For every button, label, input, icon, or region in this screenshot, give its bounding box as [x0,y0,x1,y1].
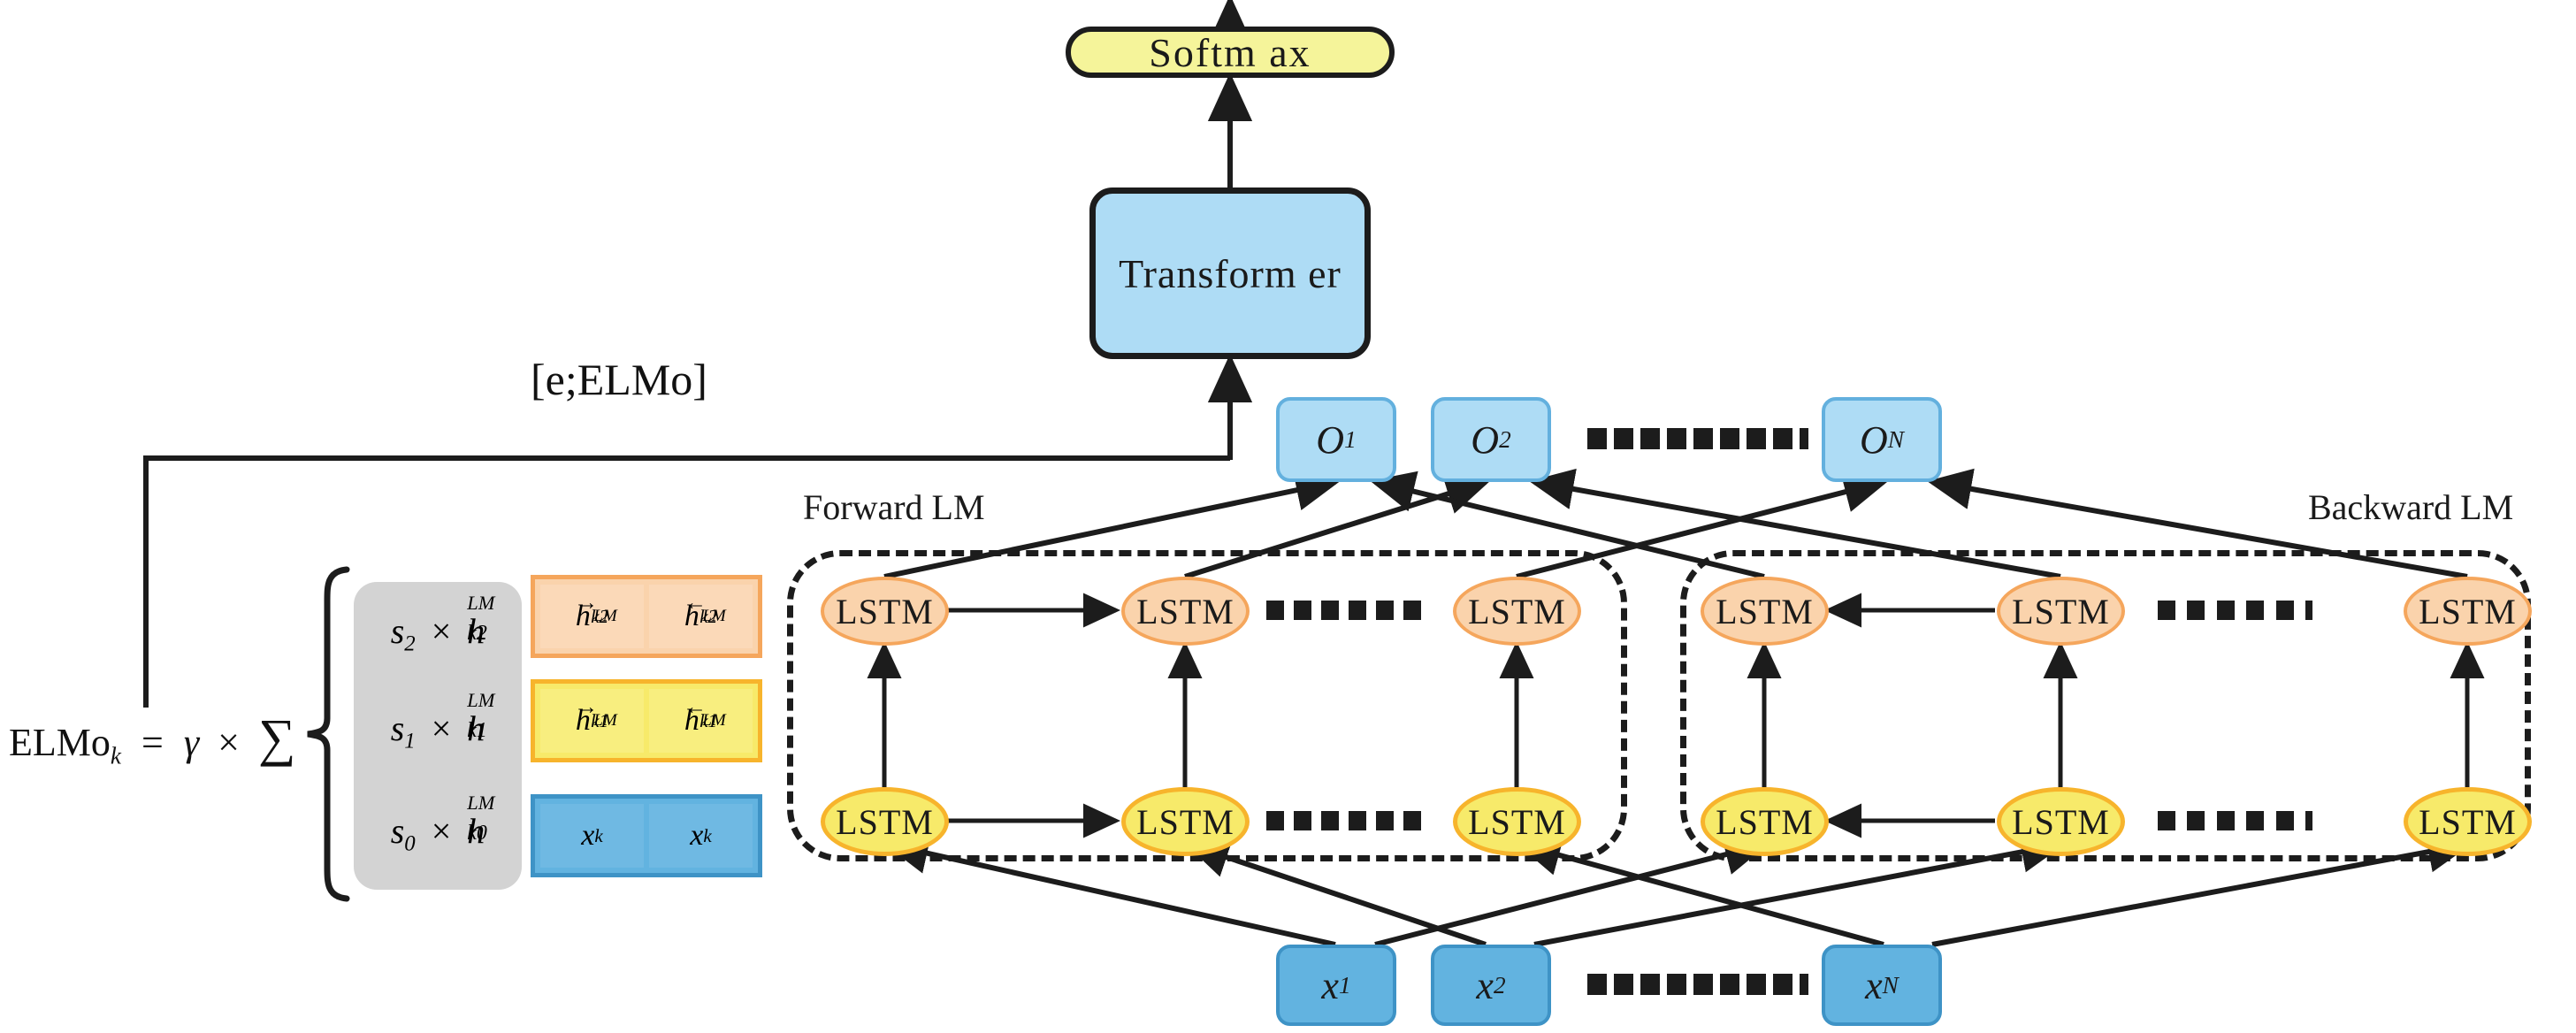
forward-arrow-icon: → [576,590,598,615]
representation-backward-layer1: ← h LM k1 [649,689,753,753]
weight-times: × [431,708,452,748]
weight-row-2: s2 × h LM k2 [354,592,522,657]
weight-panel: s2 × h LM k2 s1 × h LM k1 s0 × h LM k0 [354,582,522,890]
input-index: 2 [1493,971,1506,999]
representation-backward-layer0: xk [649,804,753,868]
output-symbol: O [1471,417,1500,462]
weight-h-sup: LM [467,688,495,711]
backward-lstm-bottom-1: LSTM [1701,787,1829,856]
summation-brace [307,566,350,902]
backward-arrow-icon: ← [684,694,707,719]
input-symbol: x [1321,963,1339,1007]
input-ellipsis [1587,973,1808,996]
backward-lstm-top-2: LSTM [1997,577,2125,646]
representation-forward-layer1: → h LM k1 [540,689,644,753]
elmo-formula-gamma: γ [183,721,200,764]
output-index: 1 [1344,425,1357,453]
backward-arrow-icon: ← [684,590,707,615]
elmo-architecture-diagram: Softm ax Transform er [e;ELMo] O1 O2 ON … [0,0,2576,1033]
weight-s-index: 2 [404,631,416,656]
input-box-2: x2 [1431,945,1551,1026]
weight-row-0: s0 × h LM k0 [354,792,522,857]
output-symbol: O [1316,417,1345,462]
forward-lstm-top-n: LSTM [1453,577,1581,646]
representation-box-layer0: xk xk [531,794,762,877]
x-sub: k [594,824,603,846]
x-sub: k [703,824,712,846]
input-index: 1 [1338,971,1351,999]
weight-s-symbol: s [390,811,405,851]
backward-bottom-ellipsis [2158,810,2312,831]
input-index: N [1882,971,1899,999]
softmax-node: Softm ax [1066,27,1395,78]
elmo-formula-name: ELMo [9,721,111,764]
representation-box-layer2: → h LM k2 ← h LM k2 [531,575,762,658]
weight-s-symbol: s [390,611,405,651]
elmo-formula-equals: = [141,721,164,764]
elmo-formula: ELMok = γ × ∑ [9,708,295,770]
output-symbol: O [1860,417,1888,462]
concat-label: [e;ELMo] [531,355,707,404]
forward-lm-label: Forward LM [803,487,985,527]
output-box-1: O1 [1276,397,1396,482]
forward-bottom-ellipsis [1266,810,1421,831]
weight-s-index: 1 [404,729,416,754]
weight-times: × [431,811,452,851]
x-symbol: x [581,819,595,852]
weight-h-sup: LM [467,791,495,814]
input-box-1: x1 [1276,945,1396,1026]
output-box-2: O2 [1431,397,1551,482]
input-symbol: x [1865,963,1883,1007]
backward-lm-label: Backward LM [2308,487,2514,527]
weight-times: × [431,611,452,651]
backward-lstm-bottom-n: LSTM [2404,787,2532,856]
representation-box-layer1: → h LM k1 ← h LM k1 [531,679,762,762]
weight-row-1: s1 × h LM k1 [354,689,522,754]
weight-s-index: 0 [404,831,416,856]
weight-h-sup: LM [467,591,495,614]
output-index: 2 [1499,425,1511,453]
forward-top-ellipsis [1266,600,1421,621]
forward-lstm-top-1: LSTM [821,577,949,646]
backward-lstm-top-1: LSTM [1701,577,1829,646]
weight-h-sub: k1 [467,719,487,743]
backward-top-ellipsis [2158,600,2312,621]
weight-h-sub: k2 [467,622,487,646]
backward-lstm-bottom-2: LSTM [1997,787,2125,856]
forward-lstm-bottom-1: LSTM [821,787,949,856]
forward-lstm-top-2: LSTM [1121,577,1250,646]
elmo-formula-times: × [218,721,240,764]
forward-arrow-icon: → [576,694,598,719]
x-symbol: x [690,819,704,852]
output-ellipsis [1587,427,1808,450]
elmo-formula-sigma: ∑ [258,708,296,767]
forward-lstm-bottom-2: LSTM [1121,787,1250,856]
input-box-n: xN [1822,945,1942,1026]
forward-lstm-bottom-n: LSTM [1453,787,1581,856]
output-box-n: ON [1822,397,1942,482]
representation-forward-layer2: → h LM k2 [540,585,644,648]
weight-h-sub: k0 [467,822,487,846]
backward-lstm-top-n: LSTM [2404,577,2532,646]
weight-s-symbol: s [390,708,405,748]
elmo-formula-name-sub: k [110,742,121,769]
output-index: N [1887,425,1904,453]
representation-backward-layer2: ← h LM k2 [649,585,753,648]
transformer-node: Transform er [1089,187,1371,359]
representation-forward-layer0: xk [540,804,644,868]
input-symbol: x [1476,963,1494,1007]
